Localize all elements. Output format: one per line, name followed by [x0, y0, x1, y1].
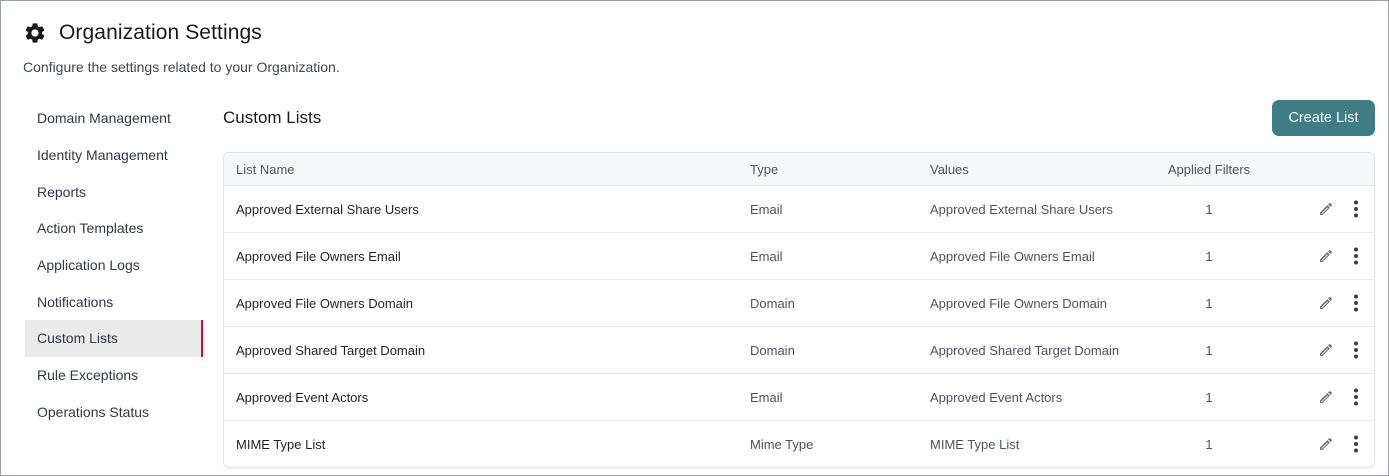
pencil-icon[interactable]: [1317, 294, 1335, 312]
section-title: Custom Lists: [223, 108, 322, 127]
column-header-list-name[interactable]: List Name: [236, 153, 295, 185]
values-cell: Approved File Owners Domain: [930, 295, 1108, 311]
column-header-type[interactable]: Type: [750, 153, 778, 185]
table-row[interactable]: Approved Shared Target Domain Domain App…: [224, 327, 1374, 374]
sidebar-item-operations-status[interactable]: Operations Status: [25, 394, 203, 431]
list-name-cell: Approved Shared Target Domain: [236, 342, 426, 358]
create-list-button[interactable]: Create List: [1272, 100, 1375, 136]
applied-filters-cell: 1: [1205, 201, 1213, 217]
table-row[interactable]: Approved Event Actors Email Approved Eve…: [224, 374, 1374, 421]
table-header: List Name Type Values Applied Filters: [224, 153, 1374, 186]
sidebar-item-domain-management[interactable]: Domain Management: [25, 100, 203, 137]
applied-filters-cell: 1: [1205, 342, 1213, 358]
sidebar-item-application-logs[interactable]: Application Logs: [25, 247, 203, 284]
column-header-applied-filters[interactable]: Applied Filters: [1168, 153, 1250, 185]
pencil-icon[interactable]: [1317, 388, 1335, 406]
list-name-cell: Approved File Owners Domain: [236, 295, 414, 311]
type-cell: Domain: [750, 295, 795, 311]
table-row[interactable]: Approved File Owners Email Email Approve…: [224, 233, 1374, 280]
title-row: Organization Settings: [23, 21, 262, 45]
settings-sidebar: Domain Management Identity Management Re…: [25, 100, 203, 430]
sidebar-item-reports[interactable]: Reports: [25, 173, 203, 210]
sidebar-item-action-templates[interactable]: Action Templates: [25, 210, 203, 247]
list-name-cell: Approved Event Actors: [236, 389, 369, 405]
list-name-cell: MIME Type List: [236, 437, 326, 452]
type-cell: Email: [750, 248, 783, 264]
type-cell: Mime Type: [750, 437, 814, 452]
more-vertical-icon[interactable]: [1348, 387, 1364, 407]
type-cell: Email: [750, 389, 783, 405]
applied-filters-cell: 1: [1205, 389, 1213, 405]
more-vertical-icon[interactable]: [1348, 340, 1364, 360]
list-name-cell: Approved File Owners Email: [236, 248, 401, 264]
pencil-icon[interactable]: [1317, 247, 1335, 265]
gear-icon: [23, 21, 47, 45]
custom-lists-table: List Name Type Values Applied Filters Ap…: [223, 152, 1375, 468]
applied-filters-cell: 1: [1205, 437, 1213, 452]
sidebar-item-rule-exceptions[interactable]: Rule Exceptions: [25, 357, 203, 394]
page-subtitle: Configure the settings related to your O…: [23, 59, 340, 75]
list-name-cell: Approved External Share Users: [236, 201, 419, 217]
sidebar-item-custom-lists[interactable]: Custom Lists: [25, 320, 203, 357]
more-vertical-icon[interactable]: [1348, 293, 1364, 313]
pencil-icon[interactable]: [1317, 200, 1335, 218]
sidebar-item-identity-management[interactable]: Identity Management: [25, 137, 203, 174]
applied-filters-cell: 1: [1205, 295, 1213, 311]
sidebar-item-notifications[interactable]: Notifications: [25, 283, 203, 320]
more-vertical-icon[interactable]: [1348, 246, 1364, 266]
values-cell: Approved Event Actors: [930, 389, 1063, 405]
applied-filters-cell: 1: [1205, 248, 1213, 264]
table-row[interactable]: Approved File Owners Domain Domain Appro…: [224, 280, 1374, 327]
values-cell: Approved External Share Users: [930, 201, 1113, 217]
table-row[interactable]: Approved External Share Users Email Appr…: [224, 186, 1374, 233]
more-vertical-icon[interactable]: [1348, 199, 1364, 219]
page-header: Organization Settings: [23, 21, 262, 45]
pencil-icon[interactable]: [1317, 341, 1335, 359]
values-cell: Approved File Owners Email: [930, 248, 1095, 264]
pencil-icon[interactable]: [1317, 435, 1335, 453]
more-vertical-icon[interactable]: [1348, 434, 1364, 454]
type-cell: Email: [750, 201, 783, 217]
settings-window: Organization Settings Configure the sett…: [0, 0, 1389, 476]
type-cell: Domain: [750, 342, 795, 358]
table-row[interactable]: MIME Type List Mime Type MIME Type List …: [224, 421, 1374, 467]
values-cell: Approved Shared Target Domain: [930, 342, 1120, 358]
column-header-values[interactable]: Values: [930, 153, 969, 185]
page-title: Organization Settings: [59, 21, 262, 44]
values-cell: MIME Type List: [930, 437, 1020, 452]
